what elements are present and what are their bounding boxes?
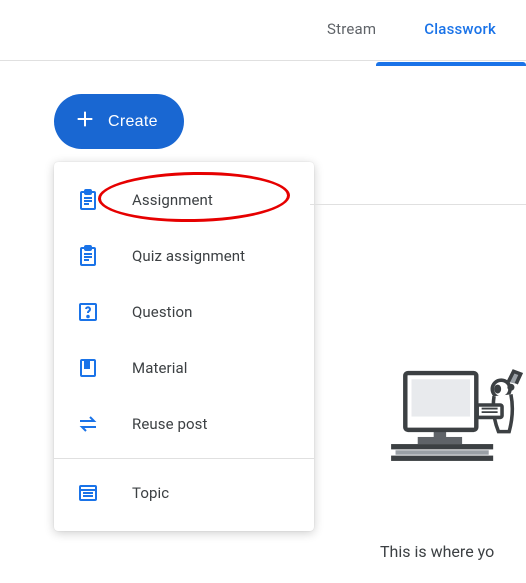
create-label: Create [108,113,158,131]
material-icon [76,356,100,380]
tabs-bar: Stream Classwork [0,0,526,61]
menu-item-label: Question [132,303,192,321]
menu-item-label: Assignment [132,191,213,209]
menu-item-material[interactable]: Material [54,340,314,396]
menu-item-label: Material [132,359,187,377]
create-button[interactable]: Create [54,94,184,149]
menu-item-label: Reuse post [132,415,208,433]
menu-item-question[interactable]: Question [54,284,314,340]
menu-item-assignment[interactable]: Assignment [54,172,314,228]
quiz-assignment-icon [76,244,100,268]
reuse-post-icon [76,412,100,436]
menu-divider [54,458,314,459]
create-menu: Assignment Quiz assignment Question Mate… [54,162,314,531]
tab-indicator [376,62,526,66]
menu-item-reuse-post[interactable]: Reuse post [54,396,314,452]
tab-stream[interactable]: Stream [327,20,376,42]
assignment-icon [76,188,100,212]
menu-item-quiz-assignment[interactable]: Quiz assignment [54,228,314,284]
menu-item-label: Topic [132,484,169,502]
empty-state-text: This is where yo [380,542,494,561]
content-divider [310,204,526,205]
tab-classwork[interactable]: Classwork [424,20,496,42]
menu-item-topic[interactable]: Topic [54,465,314,521]
topic-icon [76,481,100,505]
menu-item-label: Quiz assignment [132,247,245,265]
question-icon [76,300,100,324]
plus-icon [74,108,96,135]
empty-state-illustration [384,348,526,482]
